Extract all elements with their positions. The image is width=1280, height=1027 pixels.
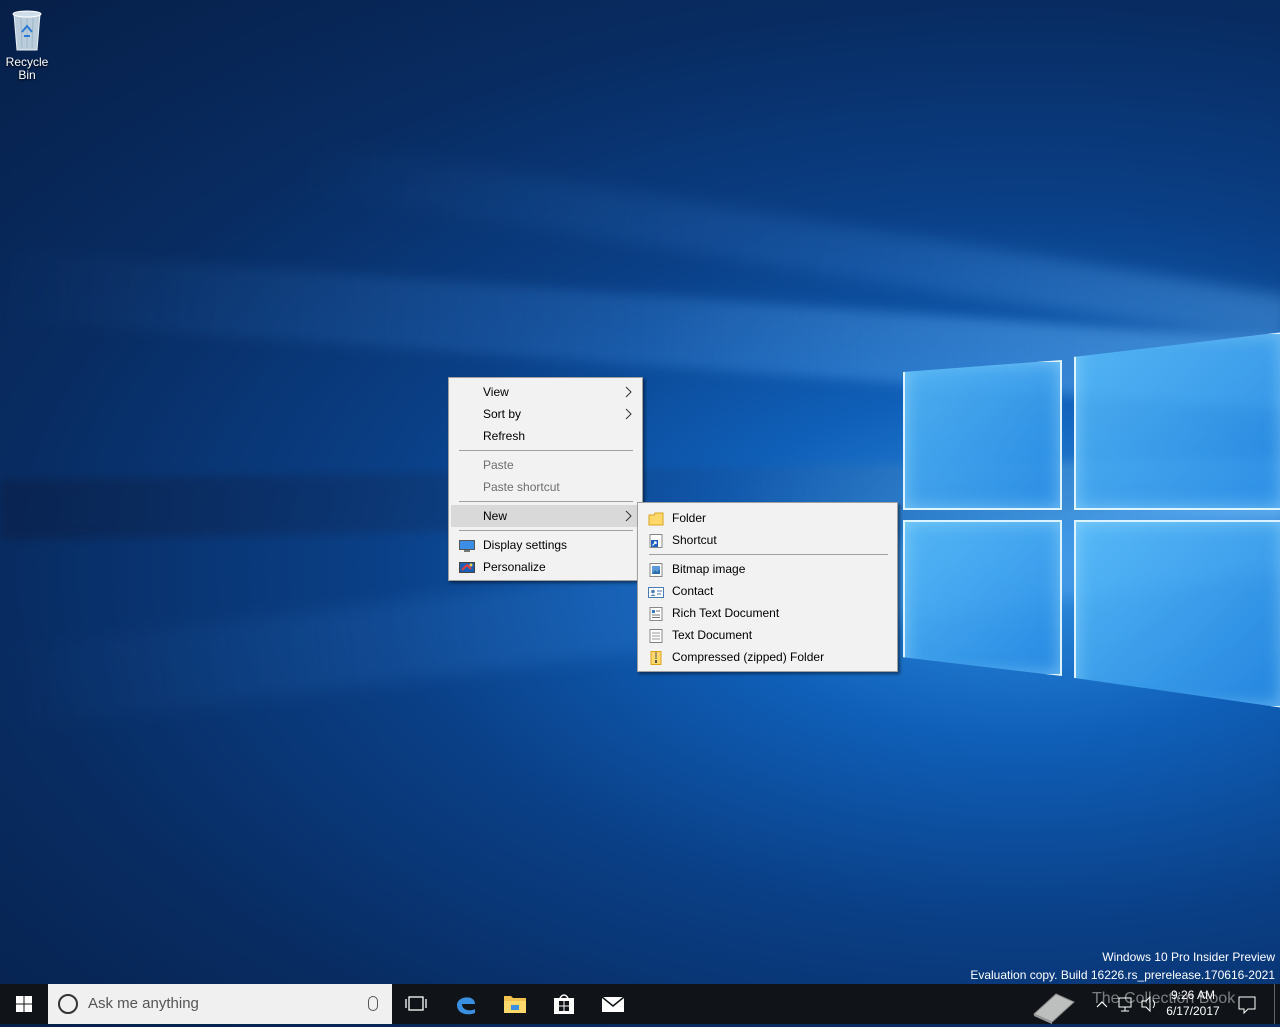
chevron-up-icon: [1096, 1001, 1108, 1008]
store-icon: [554, 994, 574, 1014]
menu-separator: [649, 554, 888, 555]
new-item-rich-text-document[interactable]: Rich Text Document: [638, 602, 897, 624]
bitmap-icon: [648, 562, 664, 577]
new-item-shortcut[interactable]: Shortcut: [638, 529, 897, 551]
volume-icon: [1141, 995, 1155, 1013]
network-icon: [1118, 997, 1132, 1012]
show-hidden-icons-button[interactable]: [1094, 984, 1110, 1024]
edge-button[interactable]: [442, 984, 490, 1024]
cortana-icon: [58, 994, 78, 1014]
menu-item-label: Bitmap image: [672, 562, 746, 576]
task-view-button[interactable]: [392, 984, 440, 1024]
mail-icon: [601, 996, 625, 1012]
windows-logo-pane: [903, 520, 1062, 676]
menu-item-label: Paste shortcut: [483, 480, 560, 494]
display-icon: [459, 538, 475, 552]
network-button[interactable]: [1116, 984, 1136, 1024]
build-watermark: Windows 10 Pro Insider Preview Evaluatio…: [970, 948, 1275, 984]
windows-logo-pane: [903, 360, 1062, 510]
rich-text-icon: [648, 606, 664, 621]
watermark-build: Evaluation copy. Build 16226.rs_prerelea…: [970, 968, 1275, 982]
menu-item-paste: Paste: [449, 454, 642, 476]
store-button[interactable]: [540, 984, 588, 1024]
menu-item-label: Shortcut: [672, 533, 717, 547]
new-submenu: Folder Shortcut Bitmap image Contact Ric…: [637, 502, 898, 672]
recycle-bin-icon: [10, 8, 44, 52]
contact-icon: [648, 584, 664, 598]
new-item-text-document[interactable]: Text Document: [638, 624, 897, 646]
tray-overlay-book-icon: [1030, 984, 1078, 1024]
new-item-compressed-folder[interactable]: Compressed (zipped) Folder: [638, 646, 897, 668]
menu-item-label: Contact: [672, 584, 714, 598]
menu-separator: [459, 530, 633, 531]
menu-item-view[interactable]: View: [449, 381, 642, 403]
menu-item-label: Paste: [483, 458, 514, 472]
menu-separator: [459, 501, 633, 502]
menu-item-label: Text Document: [672, 628, 753, 642]
menu-item-label: Personalize: [483, 560, 546, 574]
wallpaper-beam: [296, 140, 1280, 347]
menu-item-paste-shortcut: Paste shortcut: [449, 476, 642, 498]
personalize-icon: [459, 560, 475, 574]
menu-item-new[interactable]: New: [451, 505, 640, 527]
windows-logo-icon: [16, 996, 32, 1012]
notification-icon: [1238, 996, 1256, 1015]
microphone-icon[interactable]: [368, 996, 378, 1011]
desktop-context-menu: View Sort by Refresh Paste Paste shortcu…: [448, 377, 643, 581]
volume-button[interactable]: [1140, 984, 1160, 1024]
menu-item-label: Compressed (zipped) Folder: [672, 650, 825, 664]
taskbar: Ask me anything The Collection Book 9:26…: [0, 984, 1280, 1024]
chevron-right-icon: [625, 505, 632, 529]
action-center-button[interactable]: [1234, 984, 1260, 1024]
menu-item-label: Sort by: [483, 407, 522, 421]
search-box[interactable]: Ask me anything: [48, 984, 392, 1024]
mail-button[interactable]: [589, 984, 637, 1024]
menu-item-sort-by[interactable]: Sort by: [449, 403, 642, 425]
new-item-folder[interactable]: Folder: [638, 507, 897, 529]
chevron-right-icon: [625, 381, 632, 405]
windows-logo-pane: [1074, 520, 1280, 708]
menu-item-personalize[interactable]: Personalize: [449, 556, 642, 578]
menu-item-refresh[interactable]: Refresh: [449, 425, 642, 447]
search-placeholder: Ask me anything: [88, 995, 199, 1012]
clock[interactable]: 9:26 AM 6/17/2017: [1158, 987, 1228, 1019]
menu-item-label: Rich Text Document: [672, 606, 780, 620]
file-explorer-button[interactable]: [491, 984, 539, 1024]
shortcut-icon: [648, 533, 664, 548]
new-item-bitmap-image[interactable]: Bitmap image: [638, 558, 897, 580]
menu-item-label: Folder: [672, 511, 707, 525]
menu-item-label: View: [483, 385, 509, 399]
watermark-edition: Windows 10 Pro Insider Preview: [1102, 950, 1275, 964]
task-view-icon: [405, 996, 427, 1011]
clock-date: 6/17/2017: [1166, 1004, 1220, 1018]
menu-item-label: Display settings: [483, 538, 568, 552]
menu-item-label: New: [483, 509, 508, 523]
menu-item-label: Refresh: [483, 429, 526, 443]
folder-icon: [648, 511, 664, 526]
show-desktop-button[interactable]: [1274, 984, 1280, 1024]
chevron-right-icon: [625, 403, 632, 427]
desktop-icon-label: Recycle Bin: [5, 55, 49, 82]
edge-icon: [457, 997, 475, 1015]
menu-separator: [459, 450, 633, 451]
file-explorer-icon: [504, 996, 526, 1013]
windows-logo-pane: [1074, 332, 1280, 510]
menu-item-display-settings[interactable]: Display settings: [449, 534, 642, 556]
text-document-icon: [648, 628, 664, 643]
zip-folder-icon: [648, 650, 664, 665]
desktop-icon-recycle-bin[interactable]: Recycle Bin: [2, 6, 52, 82]
start-button[interactable]: [0, 984, 48, 1024]
clock-time: 9:26 AM: [1170, 988, 1216, 1002]
new-item-contact[interactable]: Contact: [638, 580, 897, 602]
